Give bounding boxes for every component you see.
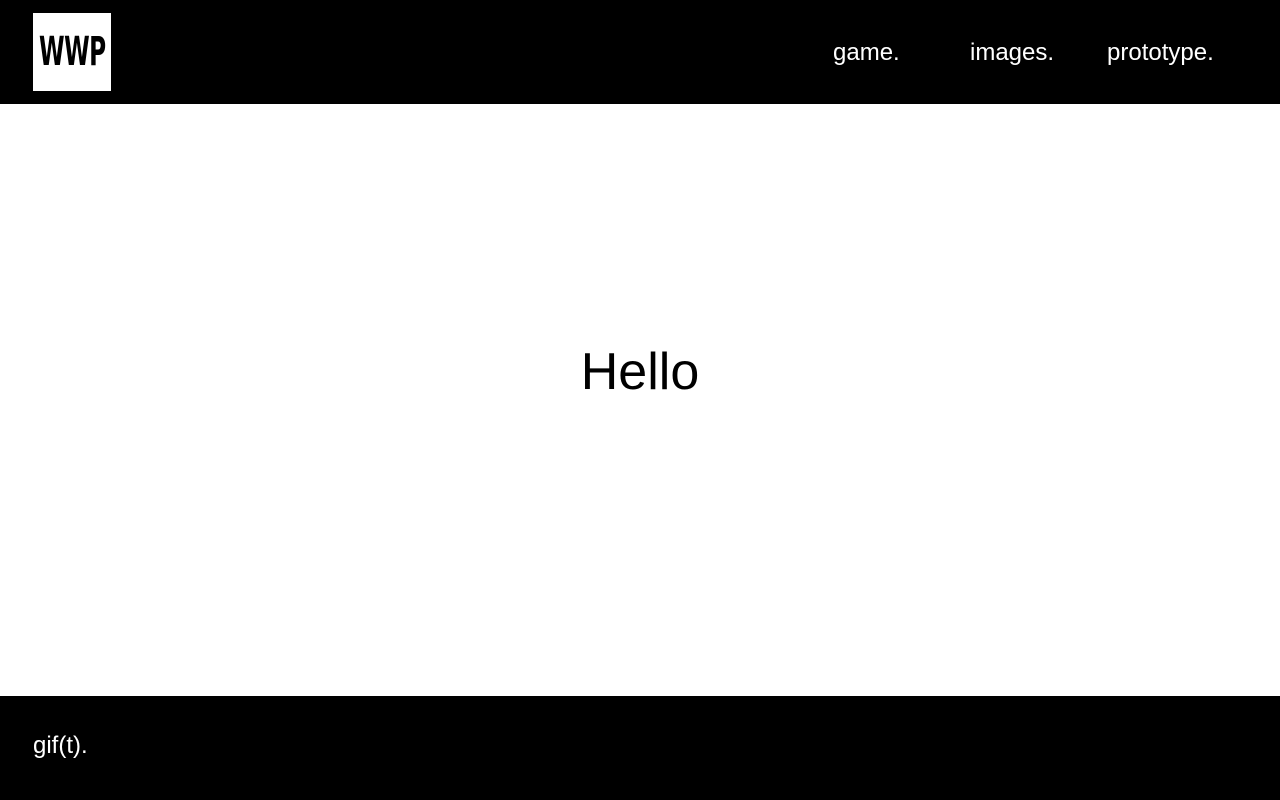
site-header: WWP game. images. prototype. xyxy=(0,0,1280,104)
nav-link-prototype[interactable]: prototype. xyxy=(1107,38,1214,68)
nav-link-images[interactable]: images. xyxy=(970,38,1054,68)
logo-wordmark: WWP xyxy=(38,29,106,75)
logo-link[interactable]: WWP xyxy=(33,13,111,91)
page-heading: Hello xyxy=(580,343,700,401)
footer-label: gif(t). xyxy=(33,732,88,759)
site-footer: gif(t). xyxy=(0,696,1280,800)
main-content: Hello xyxy=(0,104,1280,696)
nav-link-game[interactable]: game. xyxy=(833,38,900,68)
